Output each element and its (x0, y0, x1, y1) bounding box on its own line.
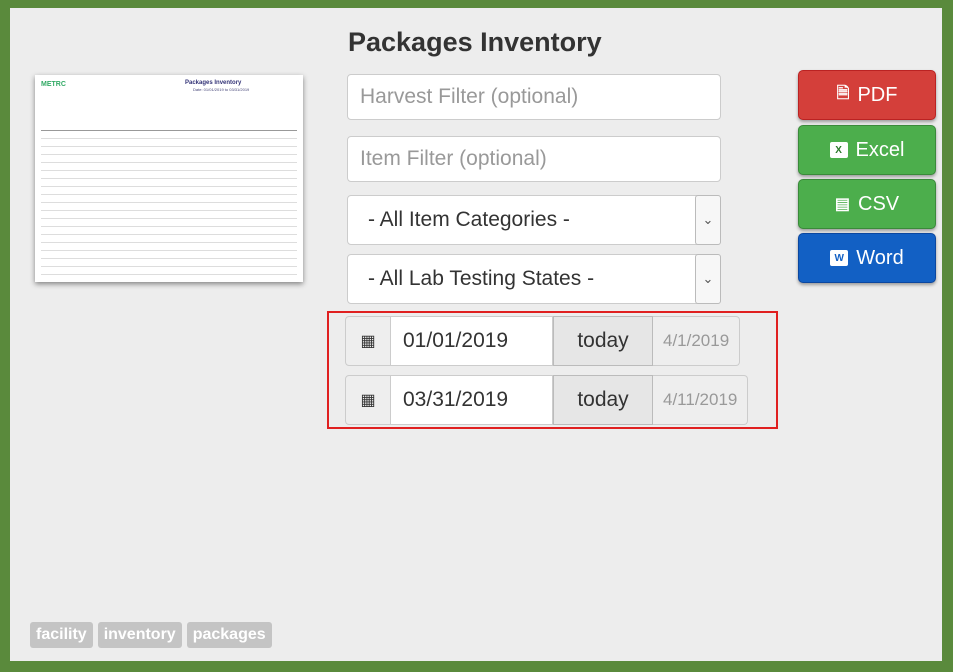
excel-icon: X (829, 142, 848, 158)
pdf-icon: 🗎 (836, 84, 850, 102)
preview-row (41, 123, 297, 131)
item-category-select[interactable]: - All Item Categories - ⌄ (347, 195, 721, 245)
item-category-value: - All Item Categories - (368, 208, 570, 231)
date-range-highlight (327, 311, 778, 429)
preview-row (41, 139, 297, 147)
export-pdf-button[interactable]: 🗎 PDF (798, 70, 936, 120)
preview-row (41, 259, 297, 267)
preview-row (41, 235, 297, 243)
preview-table (41, 123, 297, 282)
preview-row (41, 275, 297, 282)
tag-inventory[interactable]: inventory (97, 622, 182, 648)
preview-row (41, 251, 297, 259)
tag-list: facility inventory packages (30, 622, 272, 648)
preview-row (41, 219, 297, 227)
chevron-down-icon[interactable]: ⌄ (695, 195, 721, 245)
export-csv-button[interactable]: ▤ CSV (798, 179, 936, 229)
export-word-button[interactable]: W Word (798, 233, 936, 283)
preview-row (41, 227, 297, 235)
preview-row (41, 187, 297, 195)
page-title: Packages Inventory (348, 27, 602, 57)
pdf-label: PDF (857, 83, 898, 106)
csv-icon: ▤ (834, 196, 850, 213)
preview-row (41, 211, 297, 219)
preview-row (41, 267, 297, 275)
harvest-filter-input[interactable]: Harvest Filter (optional) (347, 74, 721, 120)
preview-row (41, 147, 297, 155)
csv-label: CSV (858, 192, 900, 215)
excel-label: Excel (855, 138, 905, 161)
lab-testing-state-select[interactable]: - All Lab Testing States - ⌄ (347, 254, 721, 304)
chevron-down-icon[interactable]: ⌄ (695, 254, 721, 304)
tag-packages[interactable]: packages (186, 622, 272, 648)
preview-row (41, 179, 297, 187)
preview-row (41, 203, 297, 211)
item-filter-input[interactable]: Item Filter (optional) (347, 136, 721, 182)
word-icon: W (830, 250, 849, 266)
preview-row (41, 171, 297, 179)
tag-facility[interactable]: facility (30, 622, 93, 648)
lab-testing-state-value: - All Lab Testing States - (368, 267, 595, 290)
word-label: Word (856, 246, 904, 269)
export-excel-button[interactable]: X Excel (798, 125, 936, 175)
preview-row (41, 195, 297, 203)
metrc-logo: METRC (41, 81, 66, 88)
preview-row (41, 155, 297, 163)
report-preview-thumbnail: METRC Packages Inventory Date: 01/01/201… (35, 75, 303, 282)
preview-row (41, 243, 297, 251)
preview-subtitle: Date: 01/01/2019 to 03/31/2019 (193, 87, 250, 92)
preview-row (41, 163, 297, 171)
preview-title: Packages Inventory (185, 80, 242, 86)
preview-row (41, 131, 297, 139)
